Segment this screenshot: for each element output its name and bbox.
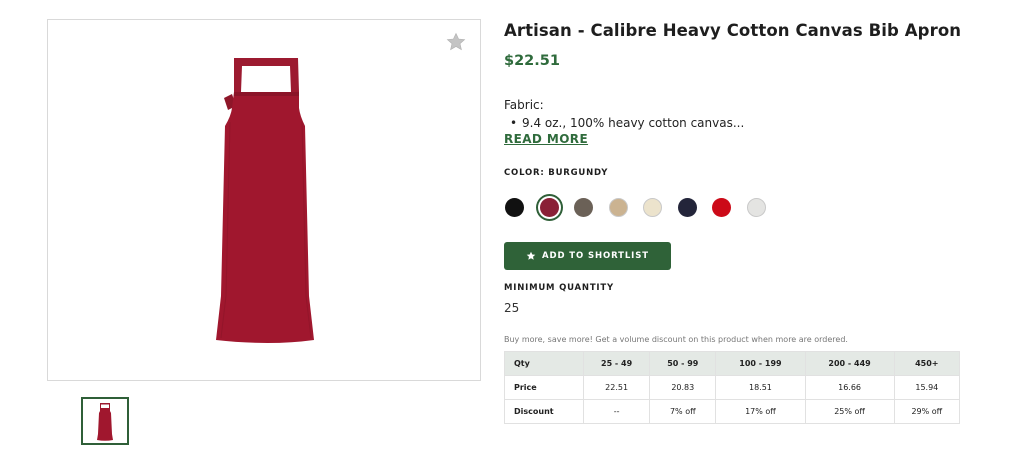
color-swatch-navy[interactable] xyxy=(677,198,697,217)
table-header-cell: 25 - 49 xyxy=(582,351,651,376)
apron-thumb-image xyxy=(97,403,113,441)
color-swatch-red[interactable] xyxy=(712,198,731,217)
product-price: $22.51 xyxy=(504,53,560,69)
table-header-cell: 450+ xyxy=(893,351,961,376)
table-cell: 25% off xyxy=(804,399,895,424)
apron-image xyxy=(216,58,314,343)
table-header-cell: 100 - 199 xyxy=(715,351,806,376)
table-cell: 18.51 xyxy=(715,375,806,400)
color-swatch-khaki[interactable] xyxy=(608,198,628,217)
table-header-row: Qty 25 - 49 50 - 99 100 - 199 200 - 449 … xyxy=(504,351,961,376)
thumbnail-apron[interactable] xyxy=(81,397,129,445)
table-cell: 16.66 xyxy=(804,375,895,400)
add-to-shortlist-button[interactable]: ADD TO SHORTLIST xyxy=(504,242,671,270)
minimum-quantity-value: 25 xyxy=(504,301,520,315)
table-cell: 20.83 xyxy=(649,375,717,400)
read-more-link[interactable]: READ MORE xyxy=(504,132,588,146)
star-icon[interactable] xyxy=(446,32,466,52)
table-header-cell: 50 - 99 xyxy=(649,351,717,376)
color-swatch-natural[interactable] xyxy=(643,198,662,217)
table-cell: 7% off xyxy=(649,399,717,424)
table-cell: -- xyxy=(582,399,651,424)
table-cell: 15.94 xyxy=(893,375,961,400)
table-row-label: Price xyxy=(504,375,584,400)
table-cell: 29% off xyxy=(893,399,961,424)
minimum-quantity-label: MINIMUM QUANTITY xyxy=(504,283,614,293)
table-row-discount: Discount -- 7% off 17% off 25% off 29% o… xyxy=(504,399,961,424)
table-cell: 22.51 xyxy=(582,375,651,400)
star-icon xyxy=(526,251,536,260)
shortlist-label: ADD TO SHORTLIST xyxy=(542,251,649,261)
color-label: COLOR: BURGUNDY xyxy=(504,168,609,178)
table-header-cell: Qty xyxy=(504,351,584,376)
fabric-label: Fabric: xyxy=(504,98,544,112)
color-swatch-light-grey[interactable] xyxy=(746,198,766,217)
color-swatch-burgundy[interactable] xyxy=(539,198,559,217)
table-cell: 17% off xyxy=(715,399,806,424)
color-swatch-brown-grey[interactable] xyxy=(574,198,593,217)
table-row-price: Price 22.51 20.83 18.51 16.66 15.94 xyxy=(504,375,961,400)
volume-discount-note: Buy more, save more! Get a volume discou… xyxy=(504,335,848,344)
volume-discount-table: Qty 25 - 49 50 - 99 100 - 199 200 - 449 … xyxy=(504,351,961,424)
table-header-cell: 200 - 449 xyxy=(804,351,895,376)
product-main-image xyxy=(47,19,481,381)
table-row-label: Discount xyxy=(504,399,584,424)
color-swatch-black[interactable] xyxy=(505,198,524,217)
product-title: Artisan - Calibre Heavy Cotton Canvas Bi… xyxy=(504,21,962,40)
fabric-bullet: 9.4 oz., 100% heavy cotton canvas... xyxy=(510,116,744,130)
